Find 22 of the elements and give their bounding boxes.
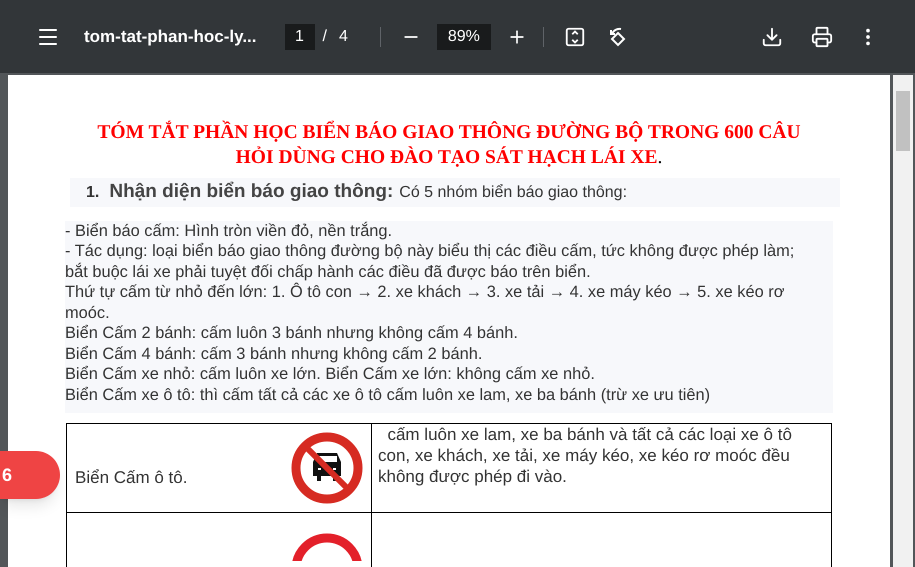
paragraph: Biển Cấm 4 bánh: cấm 3 bánh nhưng không cấm 2 bánh. xyxy=(65,344,484,364)
document-title: TÓM TẮT PHẦN HỌC BIỂN BÁO GIAO THÔNG ĐƯỜNG BỘ TRONG 600 CÂU HỎI DÙNG CHO ĐÀO TẠO SÁT HẠCH LÁI XE. xyxy=(96,120,802,170)
page-count: 4 xyxy=(338,26,348,46)
sign-description: cấm luôn xe lam, xe ba bánh và tất cả các loại xe ô tô con, xe khách, xe tải, xe máy kéo, xe kéo rơ moóc đều không được phép đi vào. xyxy=(378,424,793,487)
no-car-sign-icon xyxy=(291,432,363,504)
page-separator: / xyxy=(322,26,327,46)
paragraph: - Tác dụng: loại biển báo giao thông đường bộ này biểu thị các điều cấm, tức không được phép làm; bắt buộc lái xe phải tuyệt đối chấp hành các điều đã được báo trên biển. xyxy=(65,241,796,282)
paragraph: Thứ tự cấm từ nhỏ đến lớn: 1. Ô tô con → 2. xe khách → 3. xe tải → 4. xe máy kéo → 5. xe kéo rơ moóc. xyxy=(65,282,786,323)
paragraph: - Biển báo cấm: Hình tròn viền đỏ, nền trắng. xyxy=(65,220,394,241)
file-title: tom-tat-phan-hoc-ly... xyxy=(84,26,256,48)
scrollbar[interactable] xyxy=(893,75,913,567)
paragraph: Biển Cấm xe nhỏ: cấm luôn xe lớn. Biển Cấm xe lớn: không cấm xe nhỏ. xyxy=(65,364,596,384)
paragraph: Biển Cấm xe ô tô: thì cấm tất cả các xe ô tô cấm luôn xe lam, xe ba bánh (trừ xe ưu tiên) xyxy=(65,384,712,405)
page-input[interactable]: 1 xyxy=(284,24,314,50)
sign-name: Biển Cấm ô tô. xyxy=(75,467,188,490)
zoom-level[interactable]: 89% xyxy=(436,24,491,50)
section-heading: Nhận diện biển báo giao thông: xyxy=(109,180,394,204)
heading-number: 1. xyxy=(86,183,100,203)
heading-text: Có 5 nhóm biển báo giao thông: xyxy=(399,183,628,203)
floating-call-button[interactable]: 6 xyxy=(0,451,60,499)
paragraph: Biển Cấm 2 bánh: cấm luôn 3 bánh nhưng không cấm 4 bánh. xyxy=(65,323,519,344)
sign-icon xyxy=(291,533,363,561)
